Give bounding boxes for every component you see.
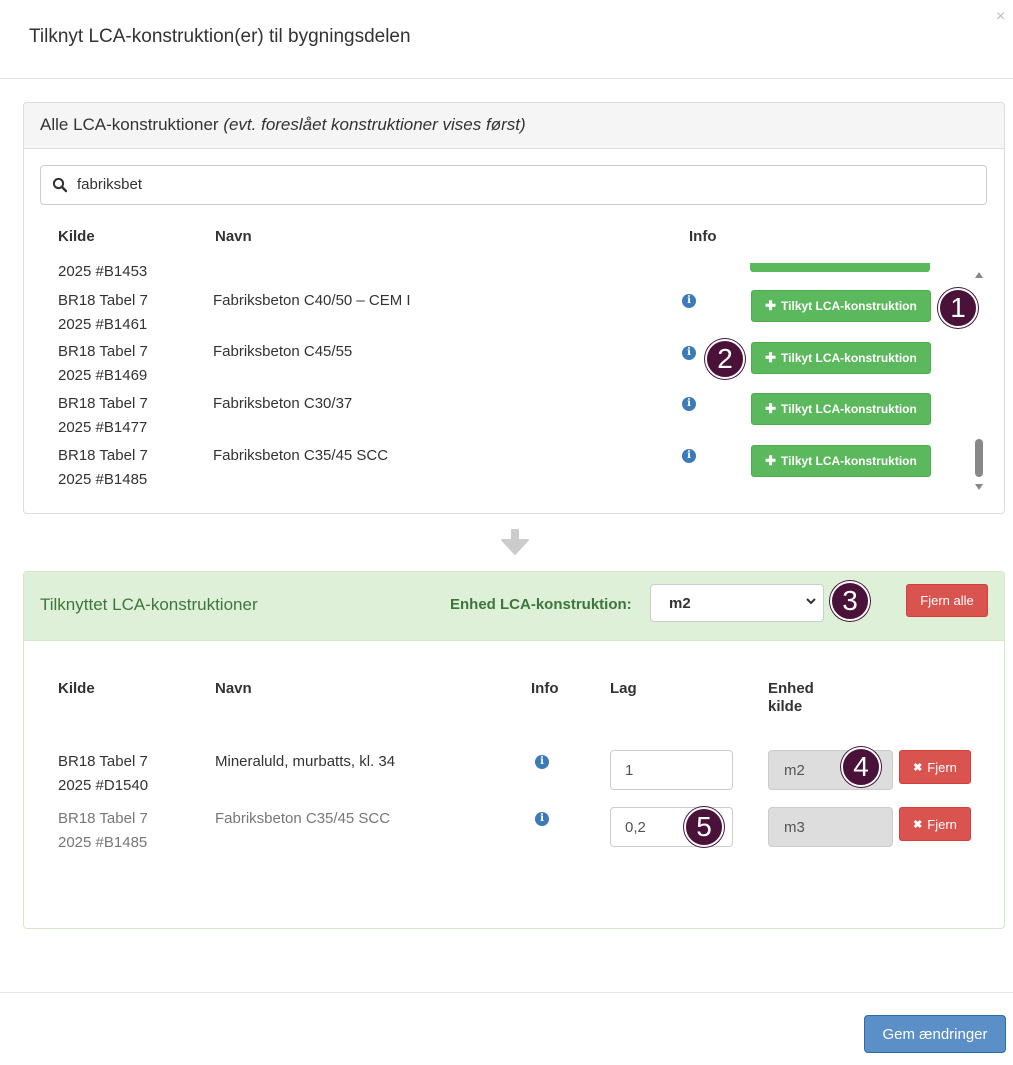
- callout-badge: 2: [705, 339, 745, 379]
- scrollbar-thumb[interactable]: [975, 439, 983, 477]
- save-changes-button[interactable]: Gem ændringer: [864, 1015, 1006, 1053]
- row-kilde-id: 2025 #B1477: [58, 419, 148, 436]
- col-kilde-header: Kilde: [58, 228, 95, 245]
- remove-button[interactable]: ✖ Fjern: [899, 750, 971, 784]
- all-constructions-title: Alle LCA-konstruktioner: [40, 115, 219, 134]
- row-kilde: BR18 Tabel 7: [58, 395, 148, 412]
- arrow-down-icon: [501, 529, 529, 555]
- info-icon[interactable]: i: [682, 397, 696, 411]
- unit-label: Enhed LCA-konstruktion:: [450, 596, 632, 613]
- row-kilde-id: 2025 #B1485: [58, 834, 148, 851]
- info-icon[interactable]: i: [682, 449, 696, 463]
- row-kilde: BR18 Tabel 7: [58, 753, 148, 770]
- info-icon[interactable]: i: [682, 294, 696, 308]
- row-navn: Fabriksbeton C35/45 SCC: [213, 447, 389, 464]
- row-kilde: BR18 Tabel 7: [58, 292, 148, 309]
- row-kilde: BR18 Tabel 7: [58, 447, 148, 464]
- row-kilde-id: 2025 #B1485: [58, 471, 148, 488]
- row-kilde: BR18 Tabel 7: [58, 343, 148, 360]
- plus-icon: ✚: [765, 350, 777, 365]
- row-navn: Fabriksbeton C35/45 SCC: [215, 810, 391, 827]
- callout-badge: 3: [830, 581, 870, 621]
- chevron-down-icon: [806, 598, 816, 605]
- col-kilde-header: Kilde: [58, 680, 95, 697]
- unit-select-value: m2: [669, 595, 691, 612]
- times-icon: ✖: [913, 761, 923, 774]
- col-enhed-kilde-header: kilde: [768, 698, 803, 715]
- row-kilde-id: 2025 #D1540: [58, 777, 149, 794]
- list-item-partial-kilde: 2025 #B1453: [58, 263, 148, 280]
- row-kilde: BR18 Tabel 7: [58, 810, 148, 827]
- col-info-header: Info: [531, 680, 559, 697]
- callout-badge: 5: [684, 807, 724, 847]
- lag-input[interactable]: 1: [610, 750, 733, 790]
- callout-badge: 4: [841, 747, 881, 787]
- attach-construction-button[interactable]: ✚ Tilkyt LCA-konstruktion: [751, 393, 931, 425]
- row-navn: Mineraluld, murbatts, kl. 34: [215, 753, 396, 770]
- col-navn-header: Navn: [215, 228, 252, 245]
- scroll-down-arrow[interactable]: [975, 484, 983, 490]
- row-kilde-id: 2025 #B1461: [58, 316, 148, 333]
- linked-constructions-title: Tilknyttet LCA-konstruktioner: [40, 595, 258, 614]
- info-icon[interactable]: i: [535, 755, 549, 769]
- attach-construction-button[interactable]: ✚ Tilkyt LCA-konstruktion: [751, 445, 931, 477]
- row-kilde-id: 2025 #B1469: [58, 367, 148, 384]
- attach-construction-button[interactable]: ✚ Tilkyt LCA-konstruktion: [751, 342, 931, 374]
- col-enhed-header: Enhed: [768, 680, 814, 697]
- header-divider: [0, 78, 1013, 79]
- times-icon: ✖: [913, 818, 923, 831]
- all-constructions-subtitle: (evt. foreslået konstruktioner vises før…: [223, 115, 526, 134]
- attach-construction-button[interactable]: ✚ Tilkyt LCA-konstruktion: [751, 290, 931, 322]
- row-navn: Fabriksbeton C30/37: [213, 395, 353, 412]
- remove-button[interactable]: ✖ Fjern: [899, 807, 971, 841]
- plus-icon: ✚: [765, 401, 777, 416]
- unit-select[interactable]: m2: [650, 584, 824, 622]
- scroll-up-arrow[interactable]: [975, 272, 983, 278]
- search-value: fabriksbet: [77, 176, 143, 193]
- remove-all-button[interactable]: Fjern alle: [906, 584, 988, 617]
- info-icon[interactable]: i: [682, 346, 696, 360]
- col-navn-header: Navn: [215, 680, 252, 697]
- row-navn: Fabriksbeton C40/50 – CEM I: [213, 292, 411, 309]
- plus-icon: ✚: [765, 453, 777, 468]
- attach-button-partial[interactable]: [750, 263, 930, 272]
- search-input[interactable]: fabriksbet: [40, 165, 987, 205]
- footer-divider: [0, 992, 1013, 993]
- col-lag-header: Lag: [610, 680, 637, 697]
- search-icon: [52, 177, 68, 193]
- modal-title: Tilknyt LCA-konstruktion(er) til bygning…: [29, 26, 411, 47]
- row-navn: Fabriksbeton C45/55: [213, 343, 353, 360]
- info-icon[interactable]: i: [535, 812, 549, 826]
- all-constructions-header: Alle LCA-konstruktioner (evt. foreslået …: [24, 103, 1004, 149]
- callout-badge: 1: [938, 288, 978, 328]
- unit-readonly-field: m3: [768, 807, 893, 847]
- plus-icon: ✚: [765, 298, 777, 313]
- close-icon[interactable]: ×: [996, 8, 1005, 26]
- col-info-header: Info: [689, 228, 717, 245]
